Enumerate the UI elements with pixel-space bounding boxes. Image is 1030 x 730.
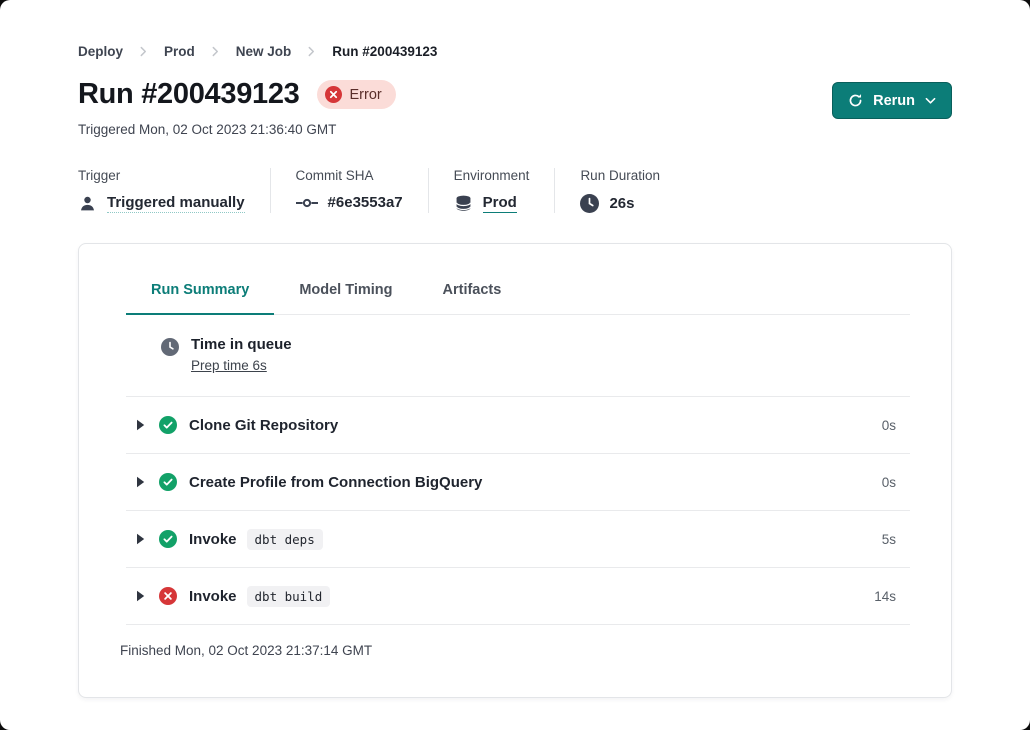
step-name: Clone Git Repository <box>189 417 338 434</box>
page-title: Run #200439123 <box>78 78 300 111</box>
meta-commit: Commit SHA #6e3553a7 <box>296 168 429 213</box>
status-badge: Error <box>317 80 396 109</box>
meta-environment: Environment Prod <box>454 168 556 213</box>
tab-artifacts[interactable]: Artifacts <box>418 282 527 314</box>
run-summary-card: Run Summary Model Timing Artifacts Time … <box>78 243 952 698</box>
duration-value: 26s <box>609 195 634 212</box>
check-circle-icon <box>159 473 177 491</box>
caret-right-icon[interactable] <box>136 533 145 545</box>
x-circle-icon <box>159 587 177 605</box>
clock-icon <box>580 194 599 213</box>
step-name: Create Profile from Connection BigQuery <box>189 474 482 491</box>
step-name: Invoke <box>189 531 237 548</box>
meta-environment-label: Environment <box>454 168 530 183</box>
command-chip: dbt build <box>247 586 331 607</box>
rerun-button-label: Rerun <box>873 93 915 109</box>
meta-trigger-label: Trigger <box>78 168 245 183</box>
rerun-button[interactable]: Rerun <box>832 82 952 119</box>
environment-link[interactable]: Prod <box>483 194 517 213</box>
tab-model-timing[interactable]: Model Timing <box>274 282 417 314</box>
database-icon <box>454 194 473 213</box>
chevron-right-icon <box>308 46 315 57</box>
meta-duration-label: Run Duration <box>580 168 660 183</box>
status-badge-label: Error <box>350 87 382 103</box>
run-meta-row: Trigger Triggered manually Commit SHA #6… <box>78 168 952 213</box>
step-row-dbt-deps[interactable]: Invoke dbt deps 5s <box>126 511 910 568</box>
meta-duration: Run Duration 26s <box>580 168 685 213</box>
header: Run #200439123 Error Triggered Mon, 02 O… <box>78 78 952 137</box>
meta-commit-label: Commit SHA <box>296 168 403 183</box>
step-row-dbt-build[interactable]: Invoke dbt build 14s <box>126 568 910 625</box>
breadcrumb-deploy[interactable]: Deploy <box>78 44 123 59</box>
caret-right-icon[interactable] <box>136 419 145 431</box>
command-chip: dbt deps <box>247 529 323 550</box>
tab-bar: Run Summary Model Timing Artifacts <box>126 282 910 315</box>
caret-right-icon[interactable] <box>136 590 145 602</box>
step-name: Invoke <box>189 588 237 605</box>
triggered-timestamp: Triggered Mon, 02 Oct 2023 21:36:40 GMT <box>78 122 396 137</box>
caret-right-icon[interactable] <box>136 476 145 488</box>
chevron-down-icon <box>925 97 936 105</box>
step-duration: 14s <box>874 589 910 604</box>
breadcrumb-new-job[interactable]: New Job <box>236 44 292 59</box>
finished-timestamp: Finished Mon, 02 Oct 2023 21:37:14 GMT <box>79 625 951 658</box>
check-circle-icon <box>159 530 177 548</box>
trigger-value[interactable]: Triggered manually <box>107 194 245 213</box>
tab-run-summary[interactable]: Run Summary <box>126 282 274 315</box>
breadcrumb-current: Run #200439123 <box>332 44 437 59</box>
commit-sha-value: #6e3553a7 <box>328 194 403 211</box>
person-icon <box>78 194 97 213</box>
step-row-create-profile[interactable]: Create Profile from Connection BigQuery … <box>126 454 910 511</box>
chevron-right-icon <box>212 46 219 57</box>
prep-time-link[interactable]: Prep time 6s <box>191 358 267 373</box>
check-circle-icon <box>159 416 177 434</box>
x-circle-icon <box>325 86 342 103</box>
breadcrumb-prod[interactable]: Prod <box>164 44 195 59</box>
step-row-clone-git[interactable]: Clone Git Repository 0s <box>126 397 910 454</box>
queue-title: Time in queue <box>191 336 292 353</box>
clock-icon <box>161 338 179 356</box>
chevron-right-icon <box>140 46 147 57</box>
time-in-queue-row: Time in queue Prep time 6s <box>126 315 910 397</box>
git-commit-icon <box>296 197 318 209</box>
step-duration: 0s <box>882 418 910 433</box>
step-duration: 0s <box>882 475 910 490</box>
run-detail-page: Deploy Prod New Job Run #200439123 Run #… <box>0 0 1030 730</box>
meta-trigger: Trigger Triggered manually <box>78 168 271 213</box>
breadcrumb: Deploy Prod New Job Run #200439123 <box>78 0 952 59</box>
step-duration: 5s <box>882 532 910 547</box>
refresh-icon <box>848 93 863 108</box>
